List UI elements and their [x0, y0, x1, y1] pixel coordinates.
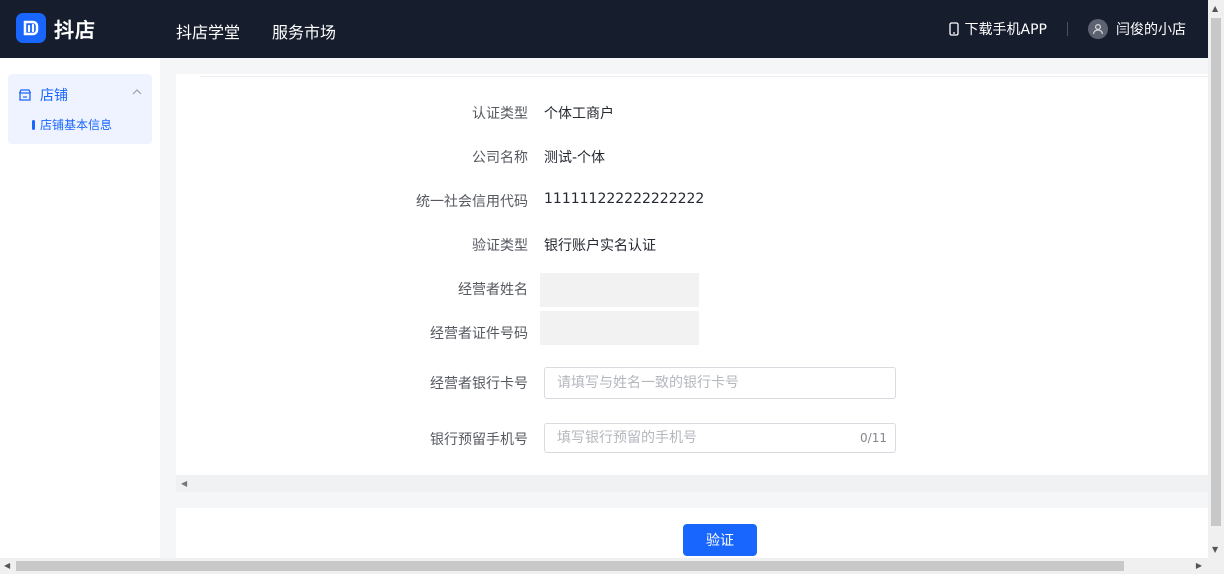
- vertical-scroll-thumb[interactable]: [1211, 18, 1221, 526]
- download-app-link[interactable]: 下载手机APP: [948, 19, 1047, 39]
- page-vertical-scrollbar[interactable]: ▲ ▼: [1208, 0, 1224, 558]
- field-label-operator-name: 经营者姓名: [458, 282, 528, 298]
- field-label-phone: 银行预留手机号: [430, 432, 528, 448]
- scroll-left-arrow-icon[interactable]: ◀: [4, 561, 10, 570]
- user-name: 闫俊的小店: [1116, 22, 1186, 38]
- sidebar-group-header[interactable]: 店铺: [18, 85, 68, 105]
- bank-card-input[interactable]: 请填写与姓名一致的银行卡号: [544, 367, 896, 399]
- header-actions: 下载手机APP 闫俊的小店: [948, 19, 1186, 39]
- form-footer: 验证: [176, 508, 1208, 558]
- download-app-label: 下载手机APP: [964, 22, 1047, 38]
- chevron-up-icon[interactable]: [132, 88, 142, 96]
- char-counter: 0/11: [860, 431, 887, 445]
- field-label-bank-card: 经营者银行卡号: [430, 376, 528, 392]
- field-value-operator-name: [540, 273, 699, 307]
- nav-item-market[interactable]: 服务市场: [272, 19, 336, 43]
- user-menu[interactable]: 闫俊的小店: [1088, 19, 1186, 39]
- scroll-left-icon[interactable]: ◀: [181, 479, 187, 488]
- sidebar-group-label: 店铺: [40, 88, 68, 104]
- sidebar-item-label: 店铺基本信息: [40, 118, 113, 132]
- field-value-operator-id: [540, 311, 699, 345]
- verify-button[interactable]: 验证: [683, 524, 757, 556]
- logo-icon: [16, 13, 46, 43]
- nav-item-school[interactable]: 抖店学堂: [176, 19, 240, 43]
- scroll-down-icon[interactable]: ▼: [1212, 545, 1218, 554]
- horizontal-scroll-thumb[interactable]: [16, 561, 1124, 571]
- field-value-cert-type: 个体工商户: [544, 106, 614, 122]
- scroll-right-arrow-icon[interactable]: ▶: [1196, 561, 1202, 570]
- sidebar: 店铺 店铺基本信息: [0, 58, 160, 558]
- field-value-credit-code: 111111222222222222: [544, 191, 705, 207]
- header-divider: [1067, 22, 1068, 36]
- top-nav: 抖店学堂 服务市场: [176, 19, 336, 43]
- field-value-verify-type: 银行账户实名认证: [544, 238, 656, 254]
- sidebar-item-shop-info[interactable]: 店铺基本信息: [32, 116, 112, 133]
- field-value-company: 测试-个体: [544, 150, 606, 166]
- field-label-cert-type: 认证类型: [472, 106, 528, 122]
- store-icon: [18, 89, 32, 101]
- field-label-operator-id: 经营者证件号码: [430, 326, 528, 342]
- avatar-icon: [1088, 19, 1108, 39]
- field-label-verify-type: 验证类型: [472, 238, 528, 254]
- scroll-up-icon[interactable]: ▲: [1212, 4, 1218, 13]
- active-indicator: [32, 119, 35, 130]
- phone-input[interactable]: 填写银行预留的手机号 0/11: [544, 423, 896, 453]
- top-header: 抖店 抖店学堂 服务市场 下载手机APP 闫俊的小店: [0, 0, 1208, 58]
- form-horizontal-scrollbar[interactable]: ◀: [176, 475, 1208, 492]
- field-label-company: 公司名称: [472, 150, 528, 166]
- field-label-credit-code: 统一社会信用代码: [416, 194, 528, 210]
- logo-text: 抖店: [54, 17, 96, 42]
- verification-form: 认证类型 个体工商户 公司名称 测试-个体 统一社会信用代码 111111222…: [176, 74, 1208, 475]
- phone-input-placeholder: 填写银行预留的手机号: [557, 430, 697, 446]
- logo[interactable]: 抖店: [16, 13, 96, 43]
- sidebar-group-shop: 店铺 店铺基本信息: [8, 74, 152, 144]
- phone-icon: [948, 22, 959, 36]
- page-horizontal-scrollbar[interactable]: ◀ ▶: [0, 558, 1224, 574]
- card-divider: [200, 76, 1208, 77]
